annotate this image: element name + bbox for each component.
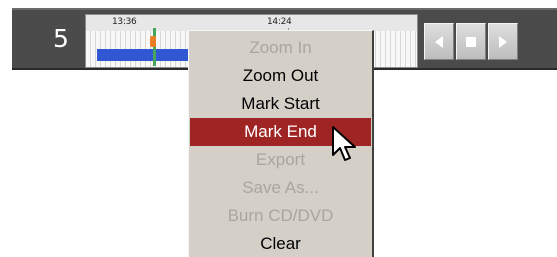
menu-item-burn-cd-dvd: Burn CD/DVD: [227, 206, 334, 225]
stop-button[interactable]: [456, 23, 486, 60]
menu-item-zoom-in: Zoom In: [249, 38, 312, 57]
previous-button[interactable]: [424, 23, 454, 60]
next-icon: [497, 35, 509, 49]
dvr-playback-screen: 5 13:36 14:24 Zoom In Zoom Out Mark Star…: [0, 0, 557, 257]
mark-start-marker[interactable]: [150, 36, 156, 47]
menu-item-zoom-out[interactable]: Zoom Out: [189, 62, 372, 90]
channel-number: 5: [53, 24, 69, 53]
playback-controls: [424, 23, 557, 60]
timeline-time-label-end: 14:24: [267, 17, 292, 27]
previous-icon: [433, 35, 445, 49]
mouse-cursor-icon: [332, 126, 358, 164]
menu-item-save-as: Save As...: [242, 178, 319, 197]
next-button[interactable]: [488, 23, 518, 60]
menu-item-clear[interactable]: Clear: [189, 230, 372, 257]
recording-segment: [97, 49, 194, 61]
playhead-marker[interactable]: [153, 28, 156, 66]
menu-item-mark-start[interactable]: Mark Start: [189, 90, 372, 118]
timeline-time-label-start: 13:36: [112, 17, 137, 27]
stop-icon: [465, 36, 477, 48]
